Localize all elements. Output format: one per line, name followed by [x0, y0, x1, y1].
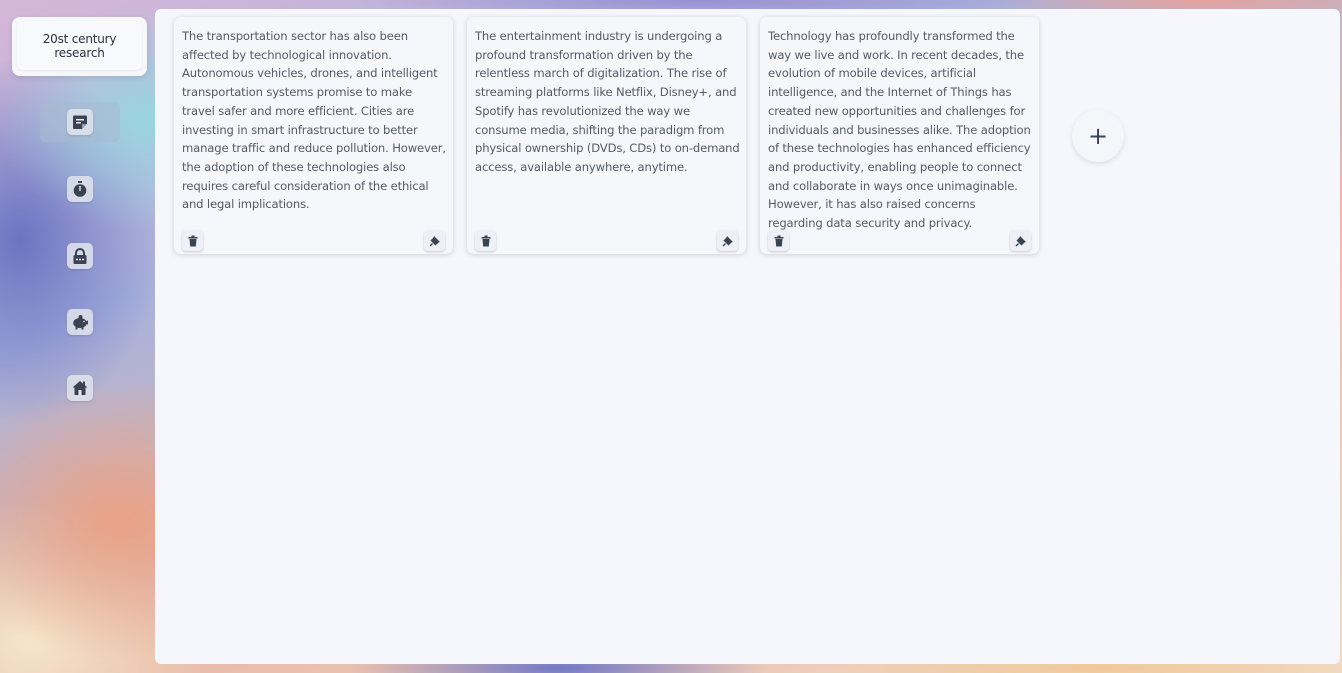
note-icon [67, 109, 93, 135]
add-note-button[interactable]: + [1072, 110, 1124, 162]
lock-icon [67, 243, 93, 269]
notebook-title-card[interactable]: 20st century research [12, 17, 147, 76]
pin-note-button[interactable] [424, 230, 445, 251]
sidebar-item-vault[interactable] [40, 236, 120, 276]
pin-note-button[interactable] [717, 230, 738, 251]
delete-note-button[interactable] [768, 230, 789, 251]
delete-note-button[interactable] [475, 230, 496, 251]
notebook-title-inner: 20st century research [17, 21, 142, 70]
pin-note-button[interactable] [1010, 230, 1031, 251]
trash-icon [188, 235, 197, 246]
trash-icon [774, 235, 783, 246]
note-text[interactable]: The entertainment industry is undergoing… [475, 27, 740, 177]
sidebar-item-notes[interactable] [40, 102, 120, 142]
note-text[interactable]: Technology has profoundly transformed th… [768, 27, 1033, 233]
sidebar: 20st century research [0, 0, 155, 673]
delete-note-button[interactable] [182, 230, 203, 251]
pin-icon [429, 235, 440, 246]
trash-icon [481, 235, 490, 246]
pin-icon [1015, 235, 1026, 246]
sidebar-item-timer[interactable] [40, 169, 120, 209]
piggy-bank-icon [67, 309, 93, 335]
notes-board: The transportation sector has also been … [155, 9, 1340, 664]
note-card[interactable]: Technology has profoundly transformed th… [760, 17, 1039, 254]
stopwatch-icon [67, 176, 93, 202]
pin-icon [722, 235, 733, 246]
notebook-title: 20st century research [42, 32, 117, 60]
home-icon [67, 375, 93, 401]
note-card[interactable]: The entertainment industry is undergoing… [467, 17, 746, 254]
note-card[interactable]: The transportation sector has also been … [174, 17, 453, 254]
sidebar-item-home[interactable] [40, 368, 120, 408]
note-text[interactable]: The transportation sector has also been … [182, 27, 447, 214]
sidebar-item-savings[interactable] [40, 302, 120, 342]
